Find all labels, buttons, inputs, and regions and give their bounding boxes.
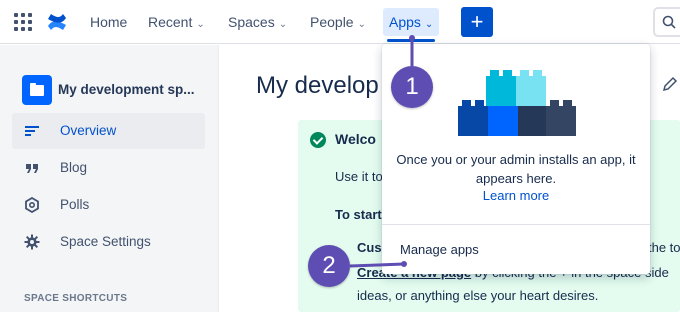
callout-badge-2: 2 [308,245,350,287]
callout-badge-1: 1 [391,66,433,108]
